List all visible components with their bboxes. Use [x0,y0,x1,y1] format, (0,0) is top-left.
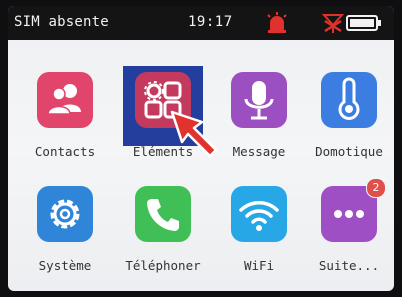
battery-icon [346,15,381,31]
sim-status: SIM absente [14,14,109,30]
gear-icon [37,186,93,242]
app-label: Contacts [34,144,96,159]
no-signal-icon [322,14,344,33]
wifi-icon [231,186,287,242]
app-label: Suite... [318,258,380,273]
app-contacts[interactable]: Contacts [20,72,110,182]
microphone-icon [231,72,287,128]
status-bar: SIM absente 19:17 [8,6,394,40]
app-label: Système [38,258,92,273]
device-screen: SIM absente 19:17 Contacts Eléments Mess… [8,6,394,291]
app-domotique[interactable]: Domotique [304,72,394,182]
app-systeme[interactable]: Système [20,186,110,291]
siren-icon [267,12,287,33]
app-suite[interactable]: 2 Suite... [304,178,394,291]
thermometer-icon [321,72,377,128]
app-label: WiFi [243,258,275,273]
app-telephoner[interactable]: Téléphoner [118,186,208,291]
app-label: Domotique [315,144,383,159]
clock: 19:17 [188,14,233,30]
pointer-arrow-icon [170,110,218,158]
app-label: Téléphoner [125,258,201,273]
phone-icon [135,186,191,242]
notification-badge: 2 [366,178,386,198]
contacts-icon [37,72,93,128]
app-wifi[interactable]: WiFi [214,186,304,291]
